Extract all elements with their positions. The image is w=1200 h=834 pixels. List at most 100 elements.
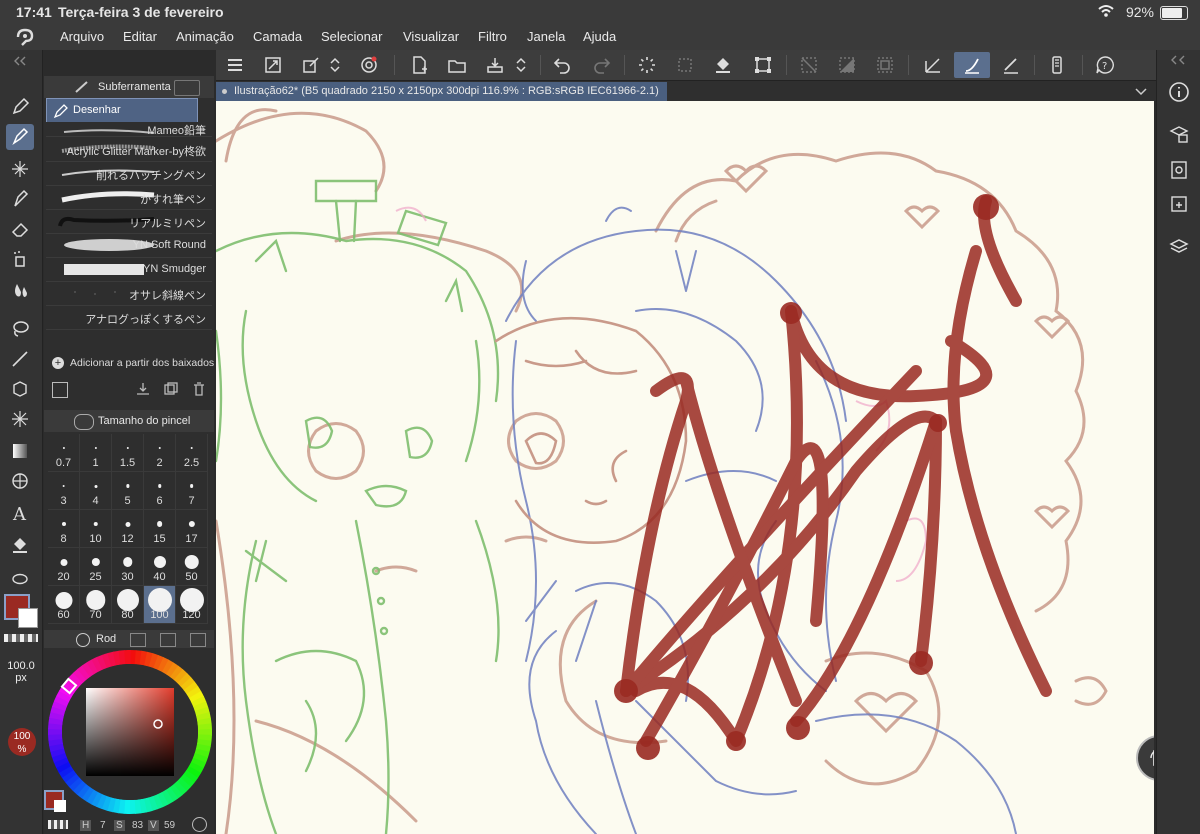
- brush-size-option[interactable]: 10: [80, 510, 112, 548]
- brush-size-indicator[interactable]: 100.0 px: [0, 660, 42, 700]
- brush-size-option[interactable]: 17: [176, 510, 208, 548]
- brush-size-option[interactable]: 25: [80, 548, 112, 586]
- brush-size-option[interactable]: 40: [144, 548, 176, 586]
- quick-access-icon[interactable]: [300, 54, 322, 76]
- brush-size-option[interactable]: 1: [80, 434, 112, 472]
- menu-filtro[interactable]: Filtro: [478, 29, 507, 44]
- brush-size-option[interactable]: 100: [144, 586, 176, 624]
- lasso-icon[interactable]: [6, 316, 34, 342]
- layer-property-icon[interactable]: [1163, 118, 1195, 150]
- redo-icon[interactable]: [590, 54, 612, 76]
- brush-item[interactable]: YN Smudger: [46, 258, 212, 282]
- brush-item[interactable]: YN Soft Round: [46, 234, 212, 258]
- brush-size-option[interactable]: 7: [176, 472, 208, 510]
- fill-bucket-icon[interactable]: [712, 54, 734, 76]
- save-icon[interactable]: [484, 54, 506, 76]
- invert-selection-icon[interactable]: [836, 54, 858, 76]
- hamburger-menu-icon[interactable]: [224, 54, 246, 76]
- sparkle-tool-icon[interactable]: [6, 156, 34, 182]
- panel-menu-icon[interactable]: [174, 80, 200, 96]
- intermediate-color-tab-icon[interactable]: [160, 633, 176, 647]
- chevron-left-icon[interactable]: [1163, 52, 1195, 68]
- transparent-color-toggle[interactable]: [4, 634, 38, 642]
- trash-icon[interactable]: [192, 382, 206, 396]
- brush-size-option[interactable]: 70: [80, 586, 112, 624]
- brush-size-option[interactable]: 5: [112, 472, 144, 510]
- material-icon[interactable]: [1163, 188, 1195, 220]
- device-icon[interactable]: [1046, 54, 1068, 76]
- selection-border-icon[interactable]: [874, 54, 896, 76]
- duplicate-icon[interactable]: [164, 382, 178, 396]
- drawing-canvas[interactable]: [216, 101, 1154, 834]
- approximate-color-tab-icon[interactable]: [190, 633, 206, 647]
- transform-icon[interactable]: [752, 54, 774, 76]
- brush-size-option[interactable]: 1.5: [112, 434, 144, 472]
- pen-tool-icon[interactable]: [6, 124, 34, 150]
- clear-icon[interactable]: [674, 54, 696, 76]
- import-icon[interactable]: [136, 382, 150, 396]
- transparency-strip[interactable]: [48, 820, 68, 829]
- brush-item[interactable]: オサレ斜線ペン: [46, 282, 212, 306]
- color-set-tab-icon[interactable]: [130, 633, 146, 647]
- brush-size-option[interactable]: 15: [144, 510, 176, 548]
- companion-mode-icon[interactable]: [358, 54, 380, 76]
- blend-tool-icon[interactable]: [6, 278, 34, 304]
- text-tool-icon[interactable]: A: [6, 500, 34, 526]
- object-tool-icon[interactable]: [6, 376, 34, 402]
- double-chevron-left-icon[interactable]: [6, 54, 34, 68]
- menu-arquivo[interactable]: Arquivo: [60, 29, 104, 44]
- add-brush-button[interactable]: + Adicionar a partir dos baixados: [50, 356, 214, 372]
- chevron-updown-icon[interactable]: [328, 54, 342, 76]
- opacity-indicator[interactable]: 100 %: [8, 728, 36, 756]
- ruler-snap-icon[interactable]: [922, 54, 944, 76]
- brush-size-option[interactable]: 30: [112, 548, 144, 586]
- brush-item[interactable]: Acrylic Glitter Marker-by柊欲: [46, 138, 212, 162]
- ruler-tool-icon[interactable]: [6, 468, 34, 494]
- new-file-icon[interactable]: [408, 54, 430, 76]
- document-tab[interactable]: Ilustração62* (B5 quadrado 2150 x 2150px…: [216, 82, 667, 101]
- brush-size-option[interactable]: 12: [112, 510, 144, 548]
- airbrush-icon[interactable]: [6, 246, 34, 272]
- chevron-updown-icon[interactable]: [514, 54, 528, 76]
- subtool-group-desenhar[interactable]: Desenhar: [46, 98, 198, 124]
- deselect-icon[interactable]: [798, 54, 820, 76]
- brush-size-option[interactable]: 120: [176, 586, 208, 624]
- sub-color-swatch[interactable]: [18, 608, 38, 628]
- brush-item[interactable]: かすれ筆ペン: [46, 186, 212, 210]
- special-ruler-icon[interactable]: [1000, 54, 1022, 76]
- info-icon[interactable]: [1163, 76, 1195, 108]
- brush-item[interactable]: リアルミリペン: [46, 210, 212, 234]
- menu-editar[interactable]: Editar: [123, 29, 157, 44]
- brush-size-option[interactable]: 2.5: [176, 434, 208, 472]
- color-wheel[interactable]: [46, 648, 214, 816]
- chevron-down-icon[interactable]: [1134, 84, 1148, 98]
- canvas-resize-icon[interactable]: [262, 54, 284, 76]
- menu-ajuda[interactable]: Ajuda: [583, 29, 616, 44]
- brush-size-option[interactable]: 6: [144, 472, 176, 510]
- open-folder-icon[interactable]: [446, 54, 468, 76]
- undo-icon[interactable]: [552, 54, 574, 76]
- menu-camada[interactable]: Camada: [253, 29, 302, 44]
- brush-size-option[interactable]: 60: [48, 586, 80, 624]
- color-wheel-tab-icon[interactable]: [76, 633, 90, 647]
- menu-selecionar[interactable]: Selecionar: [321, 29, 382, 44]
- layers-icon[interactable]: [1163, 230, 1195, 262]
- brush-item[interactable]: 削れるハッチングペン: [46, 162, 212, 186]
- menu-animacao[interactable]: Animação: [176, 29, 234, 44]
- help-icon[interactable]: ?: [1094, 54, 1116, 76]
- brush-size-option[interactable]: 50: [176, 548, 208, 586]
- brush-item[interactable]: アナログっぽくするペン: [46, 306, 212, 330]
- line-tool-icon[interactable]: [6, 346, 34, 372]
- pen-nib-icon[interactable]: [6, 186, 34, 212]
- brush-size-option[interactable]: 20: [48, 548, 80, 586]
- speech-balloon-icon[interactable]: [6, 568, 34, 594]
- pencil-tool-icon[interactable]: [6, 94, 34, 120]
- brush-size-option[interactable]: 3: [48, 472, 80, 510]
- menu-janela[interactable]: Janela: [527, 29, 565, 44]
- brush-size-option[interactable]: 2: [144, 434, 176, 472]
- gradient-icon[interactable]: [6, 438, 34, 464]
- pen-snap-icon[interactable]: [954, 52, 990, 78]
- play-icon[interactable]: [192, 817, 207, 832]
- fill-tool-icon[interactable]: [6, 532, 34, 558]
- brush-size-option[interactable]: 4: [80, 472, 112, 510]
